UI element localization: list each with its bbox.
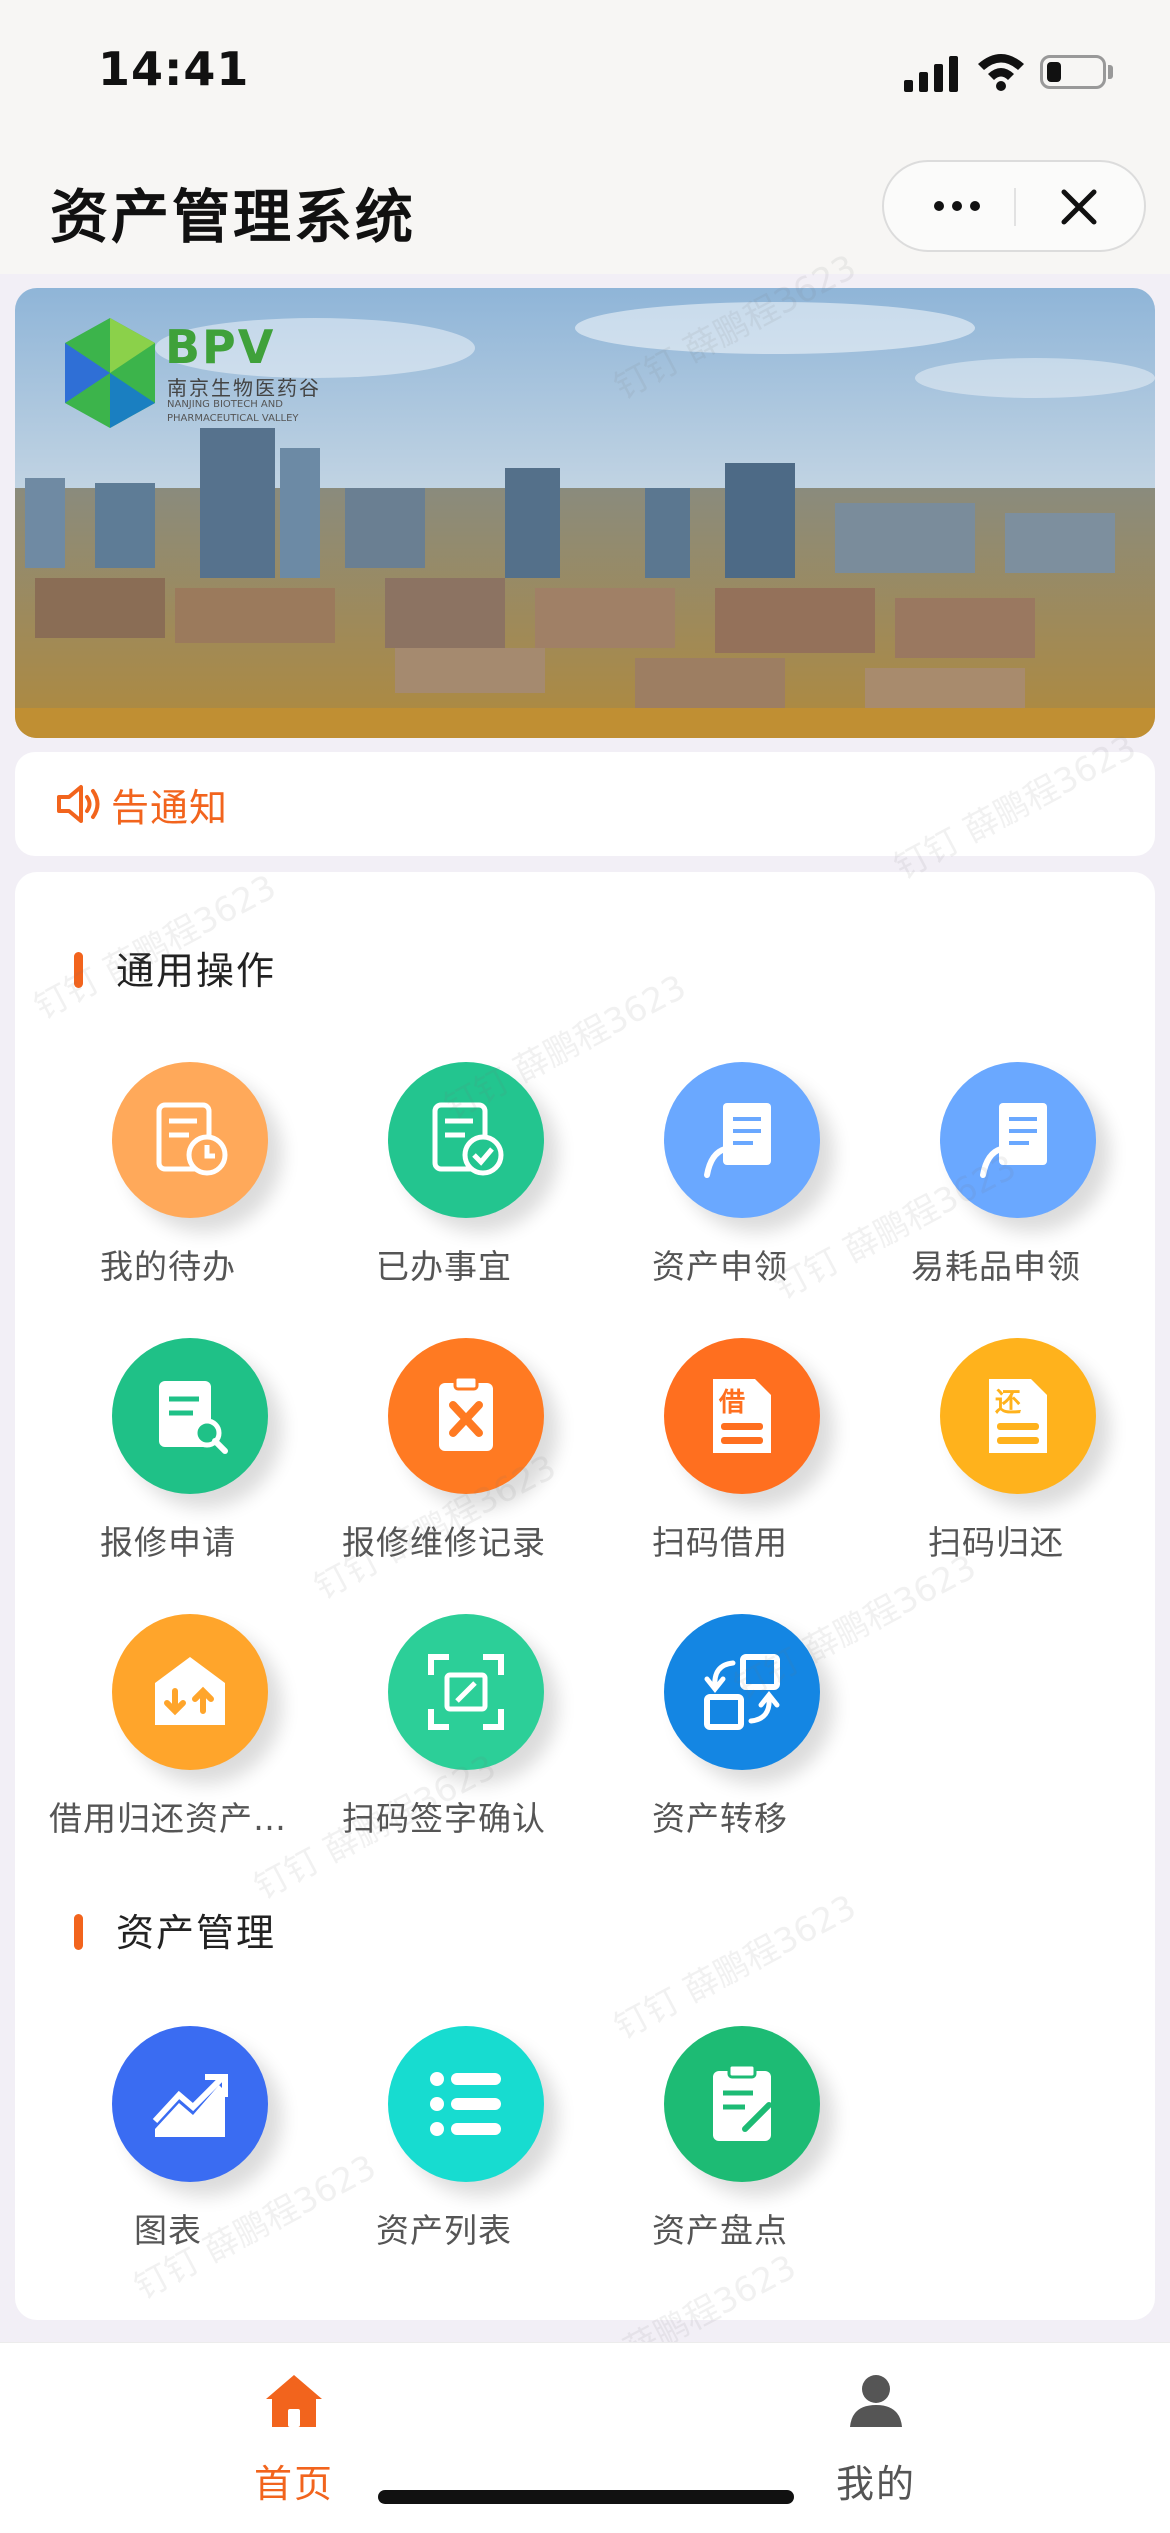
section-title-common: 通用操作 bbox=[116, 949, 277, 993]
battery-icon bbox=[1040, 55, 1106, 89]
grid-item-asset-inventory[interactable]: 资产盘点 bbox=[582, 2026, 858, 2250]
grid-item-label: 扫码借用 bbox=[652, 1523, 788, 1562]
home-icon bbox=[266, 2375, 322, 2427]
tab-bar: 首页 我的 bbox=[0, 2342, 1170, 2533]
tab-home[interactable]: 首页 bbox=[214, 2371, 374, 2508]
hand-doc-icon bbox=[664, 1062, 820, 1218]
borrow-glyph: 借 bbox=[718, 1388, 745, 1418]
grid-item-label: 资产申领 bbox=[652, 1247, 788, 1286]
borrow-doc-icon: 借 bbox=[664, 1338, 820, 1494]
cellular-signal-icon bbox=[904, 52, 960, 92]
return-glyph: 还 bbox=[995, 1388, 1022, 1418]
wifi-icon bbox=[976, 50, 1026, 92]
grid-item-label: 借用归还资产… bbox=[49, 1799, 287, 1838]
hand-doc-icon bbox=[940, 1062, 1096, 1218]
grid-item-label: 图表 bbox=[134, 2211, 202, 2250]
user-icon bbox=[850, 2375, 902, 2427]
inventory-icon bbox=[664, 2026, 820, 2182]
section-title-asset: 资产管理 bbox=[116, 1911, 277, 1955]
grid-item-asset-apply[interactable]: 资产申领 bbox=[582, 1062, 858, 1286]
grid-item-label: 报修申请 bbox=[100, 1523, 236, 1562]
grid-item-my-todo[interactable]: 我的待办 bbox=[30, 1062, 306, 1286]
home-indicator bbox=[378, 2490, 794, 2504]
grid-item-borrow-return-assets[interactable]: 借用归还资产… bbox=[30, 1614, 306, 1838]
box-transfer-icon bbox=[112, 1614, 268, 1770]
notice-text: 告通知 bbox=[111, 786, 229, 830]
tab-mine[interactable]: 我的 bbox=[796, 2371, 956, 2508]
section-accent-bar bbox=[74, 1914, 83, 1950]
bpv-brand-en: NANJING BIOTECH AND PHARMACEUTICAL VALLE… bbox=[167, 399, 299, 424]
bpv-brand: BPV bbox=[165, 320, 276, 374]
grid-item-label: 报修维修记录 bbox=[342, 1523, 546, 1562]
grid-item-label: 资产转移 bbox=[652, 1799, 788, 1838]
battery-level bbox=[1047, 62, 1062, 82]
speaker-icon bbox=[55, 782, 105, 826]
battery-cap bbox=[1108, 65, 1113, 79]
grid-item-label: 已办事宜 bbox=[376, 1247, 512, 1286]
mini-program-capsule bbox=[882, 160, 1146, 252]
grid-item-label: 我的待办 bbox=[100, 1247, 236, 1286]
tab-mine-label: 我的 bbox=[835, 2462, 916, 2506]
grid-item-chart[interactable]: 图表 bbox=[30, 2026, 306, 2250]
grid-item-scan-borrow[interactable]: 借 扫码借用 bbox=[582, 1338, 858, 1562]
more-options-icon[interactable] bbox=[922, 184, 992, 228]
banner-image[interactable]: BPV 南京生物医药谷 NANJING BIOTECH AND PHARMACE… bbox=[15, 288, 1155, 738]
close-icon[interactable] bbox=[1056, 184, 1102, 230]
notice-bar[interactable]: 告通知 bbox=[15, 752, 1155, 856]
bpv-brand-cn: 南京生物医药谷 bbox=[167, 376, 321, 400]
grid-item-label: 资产盘点 bbox=[652, 2211, 788, 2250]
grid-item-label: 资产列表 bbox=[376, 2211, 512, 2250]
grid-item-done[interactable]: 已办事宜 bbox=[306, 1062, 582, 1286]
grid-item-asset-list[interactable]: 资产列表 bbox=[306, 2026, 582, 2250]
grid-item-label: 易耗品申领 bbox=[911, 1247, 1081, 1286]
tab-home-label: 首页 bbox=[253, 2462, 334, 2506]
capsule-divider bbox=[1014, 188, 1016, 226]
search-doc-icon bbox=[112, 1338, 268, 1494]
check-doc-icon bbox=[388, 1062, 544, 1218]
status-time: 14:41 bbox=[98, 42, 250, 96]
list-icon bbox=[388, 2026, 544, 2182]
grid-item-consumable-apply[interactable]: 易耗品申领 bbox=[858, 1062, 1134, 1286]
grid-item-label: 扫码签字确认 bbox=[342, 1799, 546, 1838]
chart-icon bbox=[112, 2026, 268, 2182]
bpv-logo bbox=[60, 313, 160, 433]
repair-clipboard-icon bbox=[388, 1338, 544, 1494]
grid-item-scan-sign[interactable]: 扫码签字确认 bbox=[306, 1614, 582, 1838]
clock-doc-icon bbox=[112, 1062, 268, 1218]
grid-item-scan-return[interactable]: 还 扫码归还 bbox=[858, 1338, 1134, 1562]
grid-item-repair-records[interactable]: 报修维修记录 bbox=[306, 1338, 582, 1562]
grid-item-asset-transfer[interactable]: 资产转移 bbox=[582, 1614, 858, 1838]
transfer-icon bbox=[664, 1614, 820, 1770]
section-accent-bar bbox=[74, 952, 83, 988]
scan-sign-icon bbox=[388, 1614, 544, 1770]
grid-item-repair-apply[interactable]: 报修申请 bbox=[30, 1338, 306, 1562]
grid-item-label: 扫码归还 bbox=[928, 1523, 1064, 1562]
return-doc-icon: 还 bbox=[940, 1338, 1096, 1494]
page-title: 资产管理系统 bbox=[50, 183, 417, 251]
